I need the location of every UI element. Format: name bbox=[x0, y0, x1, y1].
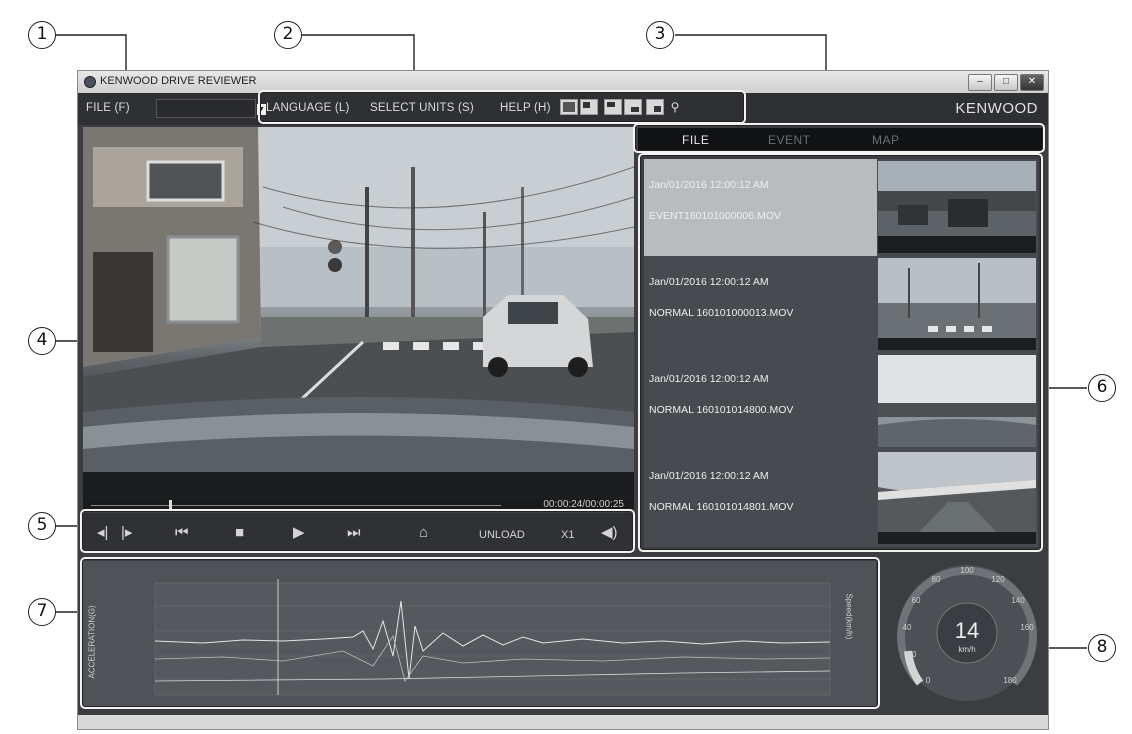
video-player[interactable] bbox=[83, 127, 634, 499]
callout-1: 1 bbox=[28, 21, 56, 49]
speed-tick: 180 bbox=[1003, 676, 1017, 685]
close-button[interactable]: ✕ bbox=[1020, 74, 1044, 91]
file-dropdown[interactable]: ▼ bbox=[156, 99, 266, 118]
timeline-track bbox=[91, 505, 501, 506]
speed-tick: 120 bbox=[991, 575, 1005, 584]
menu-file[interactable]: FILE (F) bbox=[86, 102, 130, 114]
callout-5: 5 bbox=[28, 512, 56, 540]
speed-tick: 100 bbox=[960, 566, 974, 575]
highlight-tabs bbox=[633, 123, 1045, 153]
window-title: KENWOOD DRIVE REVIEWER bbox=[100, 75, 257, 87]
video-frame bbox=[83, 127, 634, 499]
highlight-graph bbox=[80, 557, 880, 709]
speed-tick: 40 bbox=[903, 623, 912, 632]
highlight-file-list bbox=[638, 153, 1043, 552]
speed-tick: 0 bbox=[926, 676, 931, 685]
callout-4: 4 bbox=[28, 327, 56, 355]
status-bar bbox=[78, 715, 1048, 729]
callout-2: 2 bbox=[274, 21, 302, 49]
speedometer-dial: 14 km/h 0 20 40 60 80 100 120 140 160 18… bbox=[897, 565, 1037, 701]
callout-7: 7 bbox=[28, 598, 56, 626]
brand-logo: KENWOOD bbox=[955, 100, 1038, 117]
highlight-menu bbox=[258, 90, 746, 124]
window-buttons: – □ ✕ bbox=[968, 74, 1044, 91]
minimize-button[interactable]: – bbox=[968, 74, 992, 91]
speedometer: 14 km/h 0 20 40 60 80 100 120 140 160 18… bbox=[890, 555, 1045, 705]
speed-tick: 60 bbox=[912, 596, 921, 605]
speed-tick: 160 bbox=[1020, 623, 1034, 632]
speed-tick: 80 bbox=[932, 575, 941, 584]
app-icon bbox=[84, 76, 96, 88]
callout-8: 8 bbox=[1088, 634, 1116, 662]
speed-unit: km/h bbox=[958, 645, 975, 654]
callout-3: 3 bbox=[646, 21, 674, 49]
speed-tick: 20 bbox=[908, 650, 917, 659]
speed-value: 14 bbox=[955, 618, 979, 643]
maximize-button[interactable]: □ bbox=[994, 74, 1018, 91]
speed-tick: 140 bbox=[1011, 596, 1025, 605]
callout-6: 6 bbox=[1088, 374, 1116, 402]
highlight-controls bbox=[80, 509, 635, 553]
